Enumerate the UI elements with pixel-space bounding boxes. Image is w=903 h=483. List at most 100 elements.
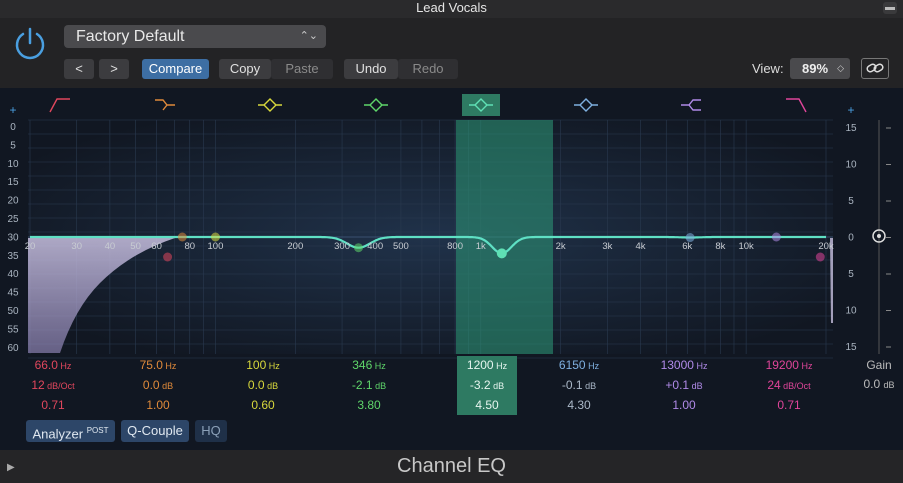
right-scale-tick: 15 [845, 123, 857, 134]
output-gain[interactable]: Gain 0.0 dB [855, 356, 903, 395]
freq-tick-label: 50 [130, 241, 141, 252]
band-3-params[interactable]: 100 Hz 0.0 dB 0.60 [218, 356, 308, 415]
band-frequency-unit: Hz [57, 361, 72, 371]
band-6-handle[interactable] [685, 233, 695, 243]
band-frequency-unit: Hz [693, 361, 708, 371]
band-q-value: 4.30 [567, 398, 591, 412]
band-gain[interactable]: -3.2 dB [457, 376, 517, 396]
band-q[interactable]: 0.71 [8, 396, 98, 415]
undo-button[interactable]: Undo [344, 59, 398, 79]
collapse-icon[interactable]: ▬ [883, 2, 897, 14]
band-gain[interactable]: 0.0 dB [218, 376, 308, 396]
freq-tick-label: 10k [738, 241, 754, 252]
hq-button[interactable]: HQ [195, 420, 227, 442]
band-frequency-unit: Hz [162, 361, 177, 371]
band-frequency-value: 100 [246, 358, 267, 372]
band-frequency[interactable]: 100 Hz [218, 356, 308, 376]
band-1-handle[interactable] [163, 252, 173, 262]
power-icon[interactable] [12, 26, 48, 62]
freq-tick-label: 40 [105, 241, 116, 252]
freq-tick-label: 200 [287, 241, 303, 252]
copy-button[interactable]: Copy [219, 59, 271, 79]
band-gain[interactable]: +0.1 dB [639, 376, 729, 396]
compare-button[interactable]: Compare [142, 59, 209, 79]
paste-button[interactable]: Paste [271, 59, 333, 79]
q-couple-button[interactable]: Q-Couple [121, 420, 189, 442]
band-2-handle[interactable] [177, 232, 187, 242]
analyzer-label: Analyzer [32, 426, 84, 442]
band-frequency[interactable]: 6150 Hz [534, 356, 624, 376]
analyzer-button[interactable]: Analyzer POST [26, 420, 115, 442]
band-frequency-unit: Hz [266, 361, 280, 371]
band-frequency[interactable]: 1200 Hz [457, 356, 517, 376]
band-frequency-unit: Hz [798, 361, 813, 371]
band-5-toggle-icon[interactable] [462, 94, 500, 116]
add-left-scale-button[interactable]: + [9, 103, 16, 117]
band-q[interactable]: 1.00 [113, 396, 203, 415]
next-preset-button[interactable]: > [99, 59, 129, 79]
band-4-params[interactable]: 346 Hz -2.1 dB 3.80 [324, 356, 414, 415]
left-scale-tick: 40 [7, 269, 19, 280]
band-gain[interactable]: 0.0 dB [113, 376, 203, 396]
band-gain[interactable]: 24 dB/Oct [744, 376, 834, 396]
band-frequency[interactable]: 19200 Hz [744, 356, 834, 376]
freq-tick-label: 2k [556, 241, 566, 252]
right-scale-tick: 10 [845, 160, 857, 171]
band-2-params[interactable]: 75.0 Hz 0.0 dB 1.00 [113, 356, 203, 415]
band-q[interactable]: 3.80 [324, 396, 414, 415]
link-button[interactable] [861, 58, 889, 79]
add-right-scale-button[interactable]: + [847, 103, 854, 117]
band-6-params[interactable]: 6150 Hz -0.1 dB 4.30 [534, 356, 624, 415]
band-7-handle[interactable] [771, 232, 781, 242]
band-frequency-value: 75.0 [139, 358, 163, 372]
band-2-toggle-icon[interactable] [155, 99, 175, 111]
band-4-handle[interactable] [353, 243, 363, 253]
freq-tick-label: 60 [151, 241, 162, 252]
band-gain[interactable]: -0.1 dB [534, 376, 624, 396]
redo-button[interactable]: Redo [398, 59, 458, 79]
band-frequency[interactable]: 13000 Hz [639, 356, 729, 376]
band-gain[interactable]: 12 dB/Oct [8, 376, 98, 396]
band-q[interactable]: 0.60 [218, 396, 308, 415]
band-7-params[interactable]: 13000 Hz +0.1 dB 1.00 [639, 356, 729, 415]
band-5-params[interactable]: 1200 Hz -3.2 dB 4.50 [457, 356, 517, 415]
band-frequency[interactable]: 66.0 Hz [8, 356, 98, 376]
view-zoom-select[interactable]: 89% ◇ [790, 58, 850, 79]
band-5-handle[interactable] [496, 248, 507, 259]
analyzer-mode: POST [86, 426, 109, 435]
freq-tick-label: 500 [393, 241, 409, 252]
freq-tick-label: 100 [208, 241, 224, 252]
band-q[interactable]: 4.50 [457, 396, 517, 415]
band-q-value: 0.71 [41, 398, 65, 412]
plugin-name: Channel EQ [397, 455, 506, 477]
link-icon [866, 63, 884, 73]
band-gain-value: -3.2 [469, 378, 491, 392]
band-gain[interactable]: -2.1 dB [324, 376, 414, 396]
view-zoom-value: 89% [802, 61, 829, 76]
band-frequency-value: 13000 [660, 358, 694, 372]
band-8-handle[interactable] [815, 252, 825, 262]
preset-dropdown[interactable]: Factory Default ⌃⌄ [64, 25, 326, 48]
band-8-params[interactable]: 19200 Hz 24 dB/Oct 0.71 [744, 356, 834, 415]
band-frequency[interactable]: 75.0 Hz [113, 356, 203, 376]
band-4-toggle-icon[interactable] [364, 98, 388, 112]
freq-tick-label: 3k [602, 241, 612, 252]
band-q[interactable]: 0.71 [744, 396, 834, 415]
band-frequency[interactable]: 346 Hz [324, 356, 414, 376]
view-label: View: [752, 61, 784, 76]
band-gain-unit: dB [264, 381, 279, 391]
band-8-toggle-icon[interactable] [786, 98, 807, 113]
band-q[interactable]: 1.00 [639, 396, 729, 415]
band-3-toggle-icon[interactable] [258, 98, 282, 112]
band-3-handle[interactable] [210, 232, 220, 242]
band-1-params[interactable]: 66.0 Hz 12 dB/Oct 0.71 [8, 356, 98, 415]
freq-tick-label: 800 [447, 241, 463, 252]
previous-preset-button[interactable]: < [64, 59, 94, 79]
band-1-toggle-icon[interactable] [49, 98, 70, 113]
freq-tick-label: 80 [184, 241, 195, 252]
band-q[interactable]: 4.30 [534, 396, 624, 415]
band-6-toggle-icon[interactable] [574, 98, 598, 112]
right-scale-tick: 0 [848, 233, 854, 244]
band-gain-unit: dB [490, 381, 505, 391]
band-7-toggle-icon[interactable] [681, 99, 701, 111]
